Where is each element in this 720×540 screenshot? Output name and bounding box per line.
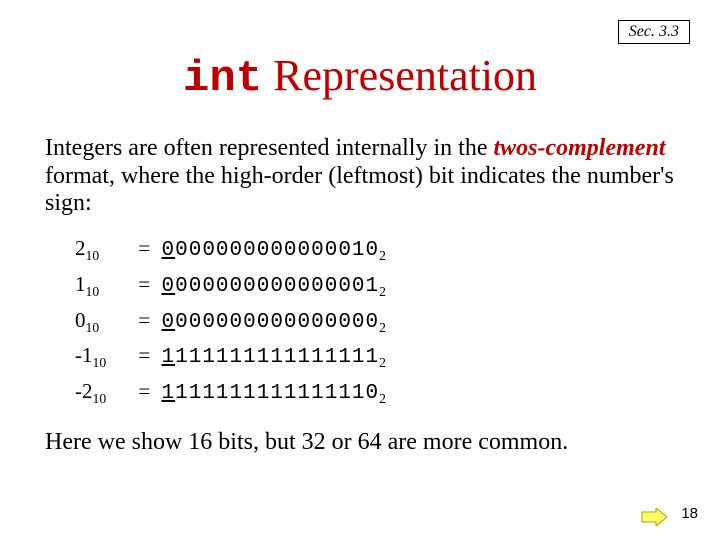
note-paragraph: Here we show 16 bits, but 32 or 64 are m… <box>45 429 675 457</box>
binary-table: 210 = 00000000000000102 110 = 0000000000… <box>75 236 675 407</box>
decimal-value: 110 <box>75 272 127 300</box>
table-row: -110 = 11111111111111112 <box>75 343 675 371</box>
intro-emphasis: twos-complement <box>493 135 665 161</box>
slide-body: Integers are often represented internall… <box>45 135 675 457</box>
slide: Sec. 3.3 int Representation Integers are… <box>0 0 720 540</box>
binary-value: 00000000000000012 <box>162 272 386 300</box>
equals: = <box>132 272 156 296</box>
decimal-value: 210 <box>75 236 127 264</box>
table-row: 110 = 00000000000000012 <box>75 272 675 300</box>
decimal-value: -210 <box>75 379 127 407</box>
binary-value: 00000000000000102 <box>162 236 386 264</box>
title-rest: Representation <box>262 51 537 100</box>
intro-text-a: Integers are often represented internall… <box>45 135 493 161</box>
page-number: 18 <box>681 505 698 522</box>
section-box: Sec. 3.3 <box>618 20 690 44</box>
table-row: 210 = 00000000000000102 <box>75 236 675 264</box>
slide-title: int Representation <box>0 50 720 104</box>
equals: = <box>132 379 156 403</box>
next-arrow-icon <box>640 508 668 526</box>
table-row: -210 = 11111111111111102 <box>75 379 675 407</box>
title-code: int <box>183 54 262 104</box>
equals: = <box>132 343 156 367</box>
decimal-value: 010 <box>75 308 127 336</box>
equals: = <box>132 308 156 332</box>
intro-paragraph: Integers are often represented internall… <box>45 135 675 218</box>
section-label: Sec. 3.3 <box>629 23 679 40</box>
table-row: 010 = 00000000000000002 <box>75 308 675 336</box>
intro-text-b: format, where the high-order (leftmost) … <box>45 163 674 217</box>
binary-value: 11111111111111102 <box>162 379 386 407</box>
decimal-value: -110 <box>75 343 127 371</box>
equals: = <box>132 236 156 260</box>
binary-value: 00000000000000002 <box>162 308 386 336</box>
binary-value: 11111111111111112 <box>162 343 386 371</box>
